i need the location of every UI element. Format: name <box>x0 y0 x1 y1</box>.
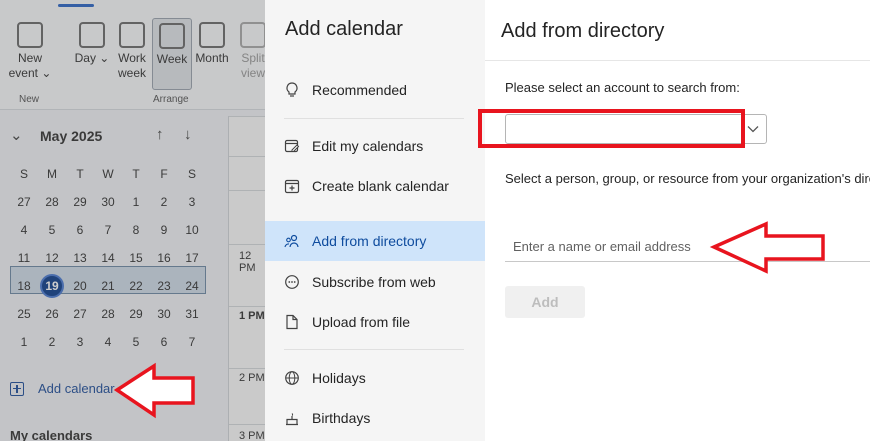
nav-item-upload-from-file[interactable]: Upload from file <box>265 302 485 342</box>
nav-item-label: Recommended <box>312 82 407 98</box>
add-calendar-nav: Add calendar Recommended Edit my calenda… <box>265 0 485 441</box>
modal-backdrop[interactable] <box>0 0 265 441</box>
nav-title: Add calendar <box>285 18 403 40</box>
nav-item-label: Create blank calendar <box>312 178 449 194</box>
nav-item-label: Holidays <box>312 370 366 386</box>
people-icon <box>284 233 300 249</box>
account-select[interactable] <box>505 114 767 144</box>
account-select-label: Please select an account to search from: <box>505 80 740 95</box>
nav-item-holidays[interactable]: Holidays <box>265 358 485 398</box>
nav-item-edit-my-calendars[interactable]: Edit my calendars <box>265 126 485 166</box>
nav-item-birthdays[interactable]: Birthdays <box>265 398 485 438</box>
cake-icon <box>284 410 300 426</box>
nav-item-label: Upload from file <box>312 314 411 330</box>
nav-item-create-blank-calendar[interactable]: Create blank calendar <box>265 166 485 206</box>
add-from-directory-panel: Add from directory Please select an acco… <box>485 0 870 441</box>
panel-divider <box>485 60 870 61</box>
nav-item-label: Add from directory <box>312 233 427 249</box>
nav-item-label: Subscribe from web <box>312 274 436 290</box>
directory-search-input[interactable] <box>505 232 870 262</box>
directory-search-label: Select a person, group, or resource from… <box>505 171 870 186</box>
nav-item-add-from-directory[interactable]: Add from directory <box>265 221 485 261</box>
nav-item-label: Birthdays <box>312 410 371 426</box>
nav-item-recommended[interactable]: Recommended <box>265 70 485 110</box>
add-button[interactable]: Add <box>505 286 585 318</box>
nav-divider <box>284 118 464 119</box>
nav-divider <box>284 349 464 350</box>
file-icon <box>284 314 300 330</box>
edit-calendar-icon <box>284 138 300 154</box>
nav-item-label: Edit my calendars <box>312 138 424 154</box>
lightbulb-icon <box>284 82 300 98</box>
nav-item-subscribe-from-web[interactable]: Subscribe from web <box>265 262 485 302</box>
panel-title: Add from directory <box>501 20 665 42</box>
globe-icon <box>284 370 300 386</box>
link-icon <box>284 274 300 290</box>
chevron-down-icon[interactable] <box>745 121 761 137</box>
add-calendar-icon <box>284 178 300 194</box>
